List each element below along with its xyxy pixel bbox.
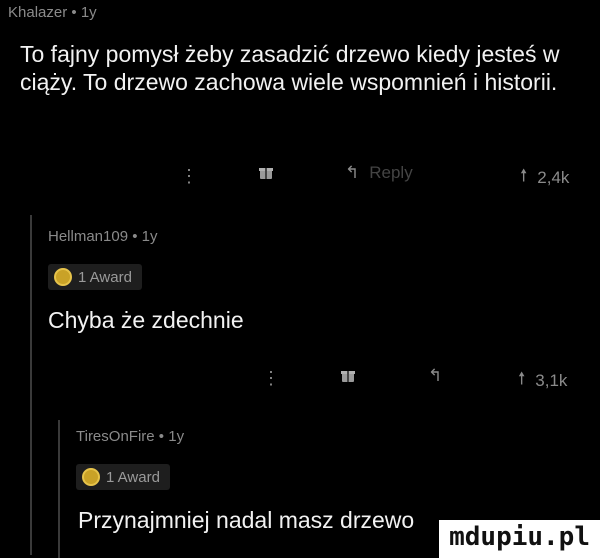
thread-line[interactable]: [30, 215, 32, 555]
upvote-button[interactable]: 🠕 2,4k: [520, 163, 569, 192]
reply-icon: ↰: [428, 366, 443, 385]
comment-3-award-badge[interactable]: 1 Award: [76, 464, 170, 490]
comment-3-header: TiresOnFire • 1y: [76, 428, 184, 445]
comment-2-text: Chyba że zdechnie: [48, 307, 244, 333]
upvote-button[interactable]: 🠕 3,1k: [518, 366, 567, 395]
give-award-button[interactable]: [258, 164, 274, 180]
reply-icon: ↰: [345, 163, 360, 182]
separator-dot: •: [158, 428, 165, 445]
comment-1-header: Khalazer • 1y: [8, 4, 97, 21]
comment-2-age: 1y: [141, 228, 158, 245]
comment-2-award-label: 1 Award: [78, 268, 132, 286]
award-icon: [54, 268, 72, 286]
comment-1-votes: 2,4k: [537, 167, 570, 187]
comment-2-votes: 3,1k: [535, 370, 568, 390]
more-options-icon: ⋮: [262, 368, 280, 388]
upvote-icon: 🠕: [520, 166, 528, 185]
more-options-button[interactable]: ⋮: [262, 368, 280, 389]
give-award-button[interactable]: [340, 367, 356, 383]
reply-button[interactable]: ↰ Reply: [345, 163, 413, 183]
more-options-icon: ⋮: [180, 166, 198, 186]
comment-2-award-badge[interactable]: 1 Award: [48, 264, 142, 290]
comment-3-age: 1y: [168, 428, 185, 445]
separator-dot: •: [132, 228, 138, 245]
watermark-logo: mdupiu.pl: [439, 520, 600, 558]
comment-2-author[interactable]: Hellman109: [48, 228, 128, 245]
separator-dot: •: [71, 4, 77, 21]
award-icon: [82, 468, 100, 486]
thread-line[interactable]: [58, 420, 60, 558]
comment-3-author[interactable]: TiresOnFire: [76, 428, 155, 445]
more-options-button[interactable]: ⋮: [180, 166, 198, 187]
gift-icon: [341, 371, 355, 382]
comment-3-award-label: 1 Award: [106, 468, 160, 486]
comment-2-header: Hellman109 • 1y: [48, 228, 158, 245]
reply-label: Reply: [369, 163, 413, 182]
comment-1-age: 1y: [80, 4, 97, 21]
comment-1-text: To fajny pomysł żeby zasadzić drzewo kie…: [20, 41, 560, 95]
comment-3-text: Przynajmniej nadal masz drzewo: [78, 507, 415, 533]
gift-icon: [259, 168, 273, 179]
upvote-icon: 🠕: [518, 369, 526, 388]
reply-button[interactable]: ↰: [428, 366, 442, 386]
comment-1-author[interactable]: Khalazer: [8, 4, 67, 21]
